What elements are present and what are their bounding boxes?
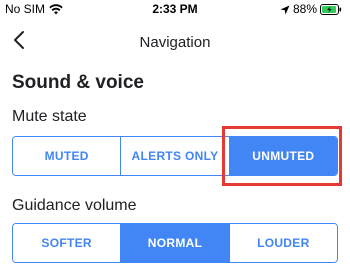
mute-state-label: Mute state [12,108,87,125]
status-bar-right: 88% [280,2,342,16]
battery-charging-icon [320,3,342,15]
page-title: Navigation [139,34,211,51]
guidance-volume-label: Guidance volume [12,197,137,214]
location-arrow-icon [280,4,290,15]
volume-option-normal[interactable]: NORMAL [120,224,229,262]
status-bar: No SIM 2:33 PM 88% [0,0,350,18]
mute-option-alerts-only[interactable]: ALERTS ONLY [120,137,229,175]
section-title: Sound & voice [12,72,144,93]
guidance-volume-control: SOFTER NORMAL LOUDER [12,223,338,263]
highlight-box [222,126,342,186]
volume-option-softer[interactable]: SOFTER [13,224,121,262]
nav-header: Navigation [0,26,350,60]
battery-percent: 88% [292,2,317,16]
volume-option-louder[interactable]: LOUDER [228,224,337,262]
mute-option-muted[interactable]: MUTED [13,137,121,175]
screen: No SIM 2:33 PM 88% Navigation Sound & vo… [0,0,350,280]
